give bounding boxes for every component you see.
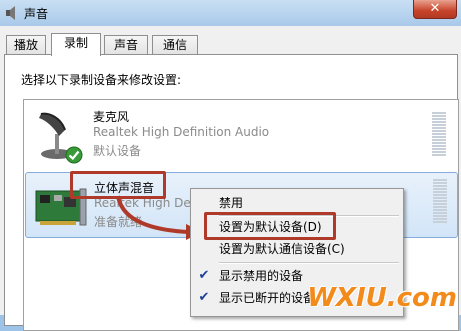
level-meter [432,112,446,157]
level-meter [433,179,447,224]
checkmark-icon: ✔ [198,290,210,305]
speaker-icon [6,6,15,20]
menu-item-set-default-communication[interactable]: 设置为默认通信设备(C) [219,239,345,259]
menu-highlight-box [204,212,336,240]
device-description: Realtek High Definition Audio [93,125,270,139]
window-title: 声音 [24,7,49,21]
device-status: 准备就绪 [94,215,143,229]
menu-separator [219,262,399,264]
tab-sounds[interactable]: 声音 [104,35,148,55]
menu-item-show-disconnected[interactable]: 显示已断开的设备 [219,288,315,308]
device-name: 麦克风 [93,110,130,124]
close-button[interactable]: ✕ [413,0,457,19]
watermark: WXIU.com [307,283,457,313]
device-highlight-box [70,171,166,199]
default-check-icon [65,146,83,164]
instruction-text: 选择以下录制设备来修改设置: [21,73,182,87]
menu-item-show-disabled[interactable]: 显示禁用的设备 [219,266,303,286]
tab-communications[interactable]: 通信 [152,35,198,55]
device-status: 默认设备 [93,144,142,158]
device-item-microphone[interactable]: 麦克风 Realtek High Definition Audio 默认设备 [25,104,456,168]
tab-recording[interactable]: 录制 [51,33,101,56]
tab-playback[interactable]: 播放 [6,35,46,55]
title-bar: 声音 ✕ [0,0,461,26]
menu-item-disable[interactable]: 禁用 [219,193,243,213]
checkmark-icon: ✔ [198,268,210,283]
